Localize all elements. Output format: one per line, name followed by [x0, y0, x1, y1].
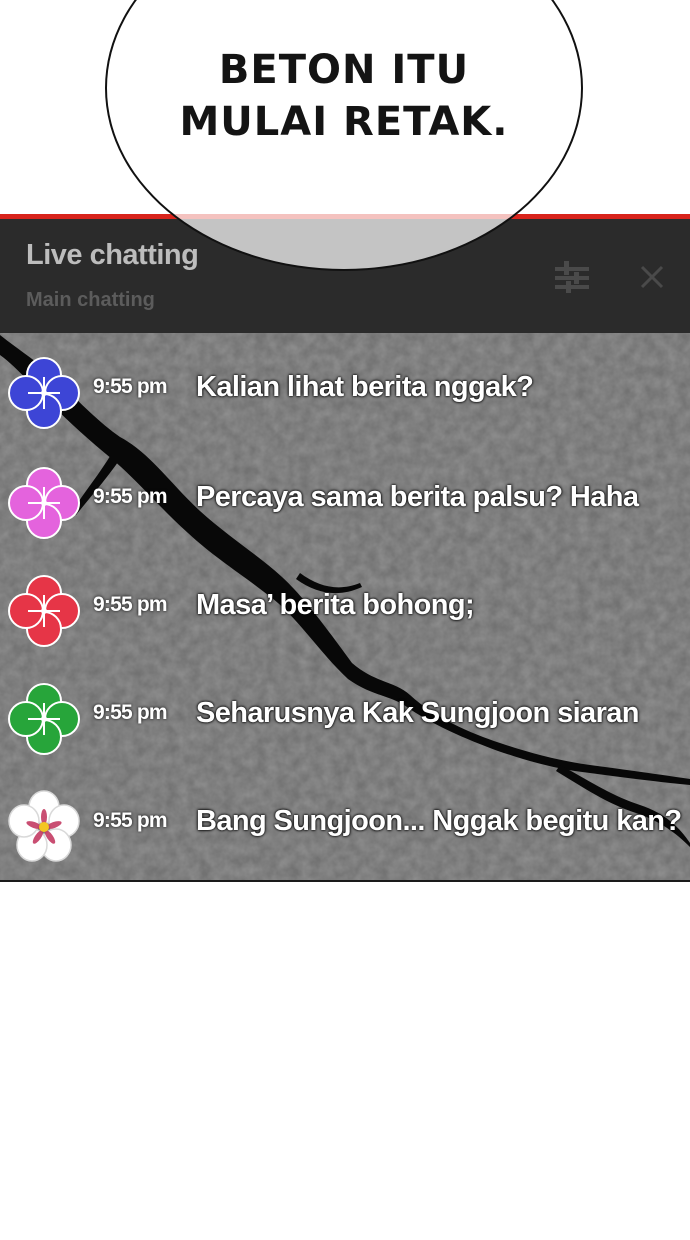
message-time: 9:55 pm	[93, 701, 168, 724]
chat-message-list[interactable]: 9:55 pm Kalian lihat berita nggak? 9:55 …	[0, 333, 690, 880]
close-icon[interactable]	[634, 259, 670, 295]
chat-title: Live chatting	[26, 239, 199, 271]
speech-line-1: BETON ITU	[218, 47, 470, 93]
blue-flower-avatar	[8, 357, 80, 429]
message-text: Kalian lihat berita nggak?	[196, 371, 534, 403]
message-text: Masa’ berita bohong;	[196, 589, 475, 621]
pink-flower-avatar	[8, 467, 80, 539]
sliders-icon[interactable]	[552, 257, 592, 297]
chat-message: 9:55 pm Kalian lihat berita nggak?	[0, 355, 690, 445]
speech-bubble-text: BETON ITU MULAI RETAK.	[105, 44, 583, 148]
message-time: 9:55 pm	[93, 375, 168, 398]
chat-message: 9:55 pm Bang Sungjoon... Nggak begitu ka…	[0, 789, 690, 879]
message-time: 9:55 pm	[93, 485, 168, 508]
chat-message: 9:55 pm Percaya sama berita palsu? Haha	[0, 465, 690, 555]
green-flower-avatar	[8, 683, 80, 755]
message-time: 9:55 pm	[93, 809, 168, 832]
message-text: Percaya sama berita palsu? Haha	[196, 481, 639, 513]
live-chat-panel: Live chatting Main chatting 9:55 pm Kali…	[0, 214, 690, 882]
chat-message: 9:55 pm Seharusnya Kak Sungjoon siaran	[0, 681, 690, 771]
speech-line-2: MULAI RETAK.	[179, 99, 509, 145]
white-flower-avatar	[8, 790, 80, 862]
chat-message: 9:55 pm Masa’ berita bohong;	[0, 573, 690, 663]
message-time: 9:55 pm	[93, 593, 168, 616]
message-text: Bang Sungjoon... Nggak begitu kan?	[196, 805, 682, 837]
red-flower-avatar	[8, 575, 80, 647]
message-text: Seharusnya Kak Sungjoon siaran	[196, 697, 640, 729]
chat-subtitle: Main chatting	[26, 289, 155, 311]
